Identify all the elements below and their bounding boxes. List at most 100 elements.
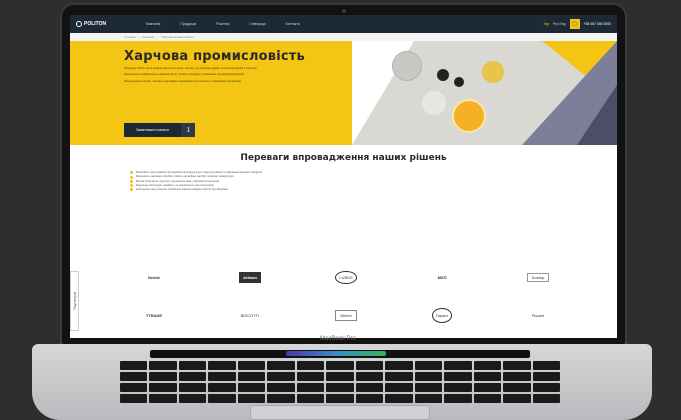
- breadcrumb-current: Харчова промисловість: [161, 35, 195, 39]
- key: [532, 372, 560, 381]
- lemon-image: [482, 61, 504, 83]
- key: [503, 372, 531, 381]
- list-item: Можливість санітарної обробки, стійкість…: [130, 175, 570, 179]
- partner-logo-text: МХП: [437, 274, 447, 280]
- hero-paragraph: Наші рішення забезпечують надійний захис…: [124, 73, 245, 77]
- partner-logo-grid: Nestle Artisan LUBUS МХП Dostup TTRADE B…: [106, 263, 586, 329]
- nav-link-cooperation[interactable]: Співпраця: [249, 22, 265, 26]
- jar-image: [392, 51, 422, 81]
- bullet-icon: [130, 171, 133, 175]
- keyboard: [120, 361, 560, 403]
- list-item-text: Конструкція тари дозволяє оптимально вик…: [136, 188, 228, 192]
- bullet-icon: [130, 175, 133, 179]
- brand-logo[interactable]: POLITON: [76, 21, 126, 27]
- laptop-lid: POLITON Компанія Продукція Рішення Співп…: [60, 3, 627, 346]
- key: [355, 394, 384, 403]
- key: [503, 394, 531, 403]
- lang-active[interactable]: Укр: [544, 22, 549, 26]
- cart-icon[interactable]: ▢: [569, 19, 580, 29]
- key: [296, 372, 325, 381]
- list-item: Конструкція тари дозволяє оптимально вик…: [130, 188, 570, 192]
- camera-icon: [342, 9, 346, 13]
- decor-shape: [577, 85, 617, 145]
- key: [120, 394, 148, 403]
- laptop-model-label: MacBook Pro: [320, 336, 357, 342]
- partner-logo-text: Wimm: [335, 309, 357, 321]
- partner-logo-text: BISCOTTI: [240, 312, 260, 318]
- key: [237, 361, 266, 370]
- key: [326, 394, 354, 403]
- list-item-text: Можливість санітарної обробки, стійкість…: [136, 175, 234, 179]
- list-item: Можливість застосування при виробництві …: [130, 171, 570, 175]
- nav-link-solutions[interactable]: Рішення: [216, 22, 229, 26]
- key: [178, 361, 207, 370]
- download-catalog-button[interactable]: Завантажити каталог ↧: [124, 123, 196, 137]
- partner-logo[interactable]: LUBUS: [298, 263, 394, 291]
- lang-other[interactable]: Рус Eng: [553, 22, 566, 26]
- list-item: Висока гігієнічність і зручність при вик…: [130, 180, 570, 183]
- key: [414, 361, 443, 370]
- key: [267, 383, 295, 392]
- key: [473, 361, 502, 370]
- trackpad: [250, 405, 430, 420]
- breadcrumb: Головна › Рішення › Харчова промисловіст…: [70, 33, 617, 41]
- key: [326, 372, 354, 381]
- key: [149, 394, 177, 403]
- key: [208, 383, 236, 392]
- breadcrumb-solutions[interactable]: Рішення: [142, 35, 154, 39]
- key: [444, 372, 472, 381]
- key: [178, 394, 207, 403]
- partners-section: Партнери Nestle Artisan LUBUS МХП Dostup…: [70, 259, 617, 338]
- key: [296, 361, 325, 370]
- advantages-title: Переваги впровадження наших рішень: [240, 153, 447, 163]
- partner-logo[interactable]: TTRADE: [106, 301, 202, 329]
- phone-number[interactable]: +38 067 000 0000: [584, 22, 611, 26]
- nav-link-company[interactable]: Компанія: [146, 22, 160, 26]
- key: [473, 372, 502, 381]
- partner-logo-text: Гарант: [431, 307, 453, 323]
- key: [208, 394, 236, 403]
- key: [385, 394, 413, 403]
- nav-link-contacts[interactable]: Контакти: [286, 22, 300, 26]
- key: [296, 394, 325, 403]
- key: [385, 383, 413, 392]
- partner-logo[interactable]: Гарант: [394, 301, 490, 329]
- key: [237, 383, 266, 392]
- key: [385, 372, 413, 381]
- key: [503, 383, 531, 392]
- olive-image: [437, 69, 449, 81]
- partner-logo[interactable]: Artisan: [202, 263, 298, 291]
- key: [355, 383, 384, 392]
- partner-logo-text: LUBUS: [335, 270, 357, 284]
- partners-side-tab[interactable]: Партнери: [70, 271, 79, 331]
- brand-mark-icon: [76, 21, 82, 27]
- partner-logo[interactable]: Dostup: [490, 263, 586, 291]
- breadcrumb-home[interactable]: Головна: [124, 35, 135, 39]
- partner-logo[interactable]: Nestle: [106, 263, 202, 291]
- key: [237, 372, 266, 381]
- key: [267, 394, 295, 403]
- olive-image: [454, 77, 464, 87]
- partner-logo[interactable]: Рошен: [490, 301, 586, 329]
- key: [444, 383, 472, 392]
- download-icon: ↧: [181, 123, 196, 137]
- key: [326, 383, 354, 392]
- hero-paragraph: Продукція Politon часто використовується…: [124, 67, 258, 70]
- key: [237, 394, 266, 403]
- partner-logo[interactable]: МХП: [394, 263, 490, 291]
- partner-logo-text: Dostup: [526, 272, 550, 282]
- download-catalog-label: Завантажити каталог: [136, 128, 170, 132]
- key: [149, 361, 177, 370]
- breadcrumb-sep: ›: [138, 35, 140, 39]
- list-item-text: Висока гігієнічність і зручність при вик…: [136, 179, 220, 183]
- key: [267, 361, 295, 370]
- key: [532, 394, 560, 403]
- partner-logo[interactable]: Wimm: [298, 301, 394, 329]
- partner-logo[interactable]: BISCOTTI: [202, 301, 298, 329]
- key: [414, 394, 443, 403]
- bullet-icon: [130, 184, 133, 188]
- nav-link-products[interactable]: Продукція: [180, 22, 196, 26]
- key: [532, 383, 560, 392]
- key: [120, 372, 148, 381]
- partner-logo-text: Nestle: [147, 274, 160, 280]
